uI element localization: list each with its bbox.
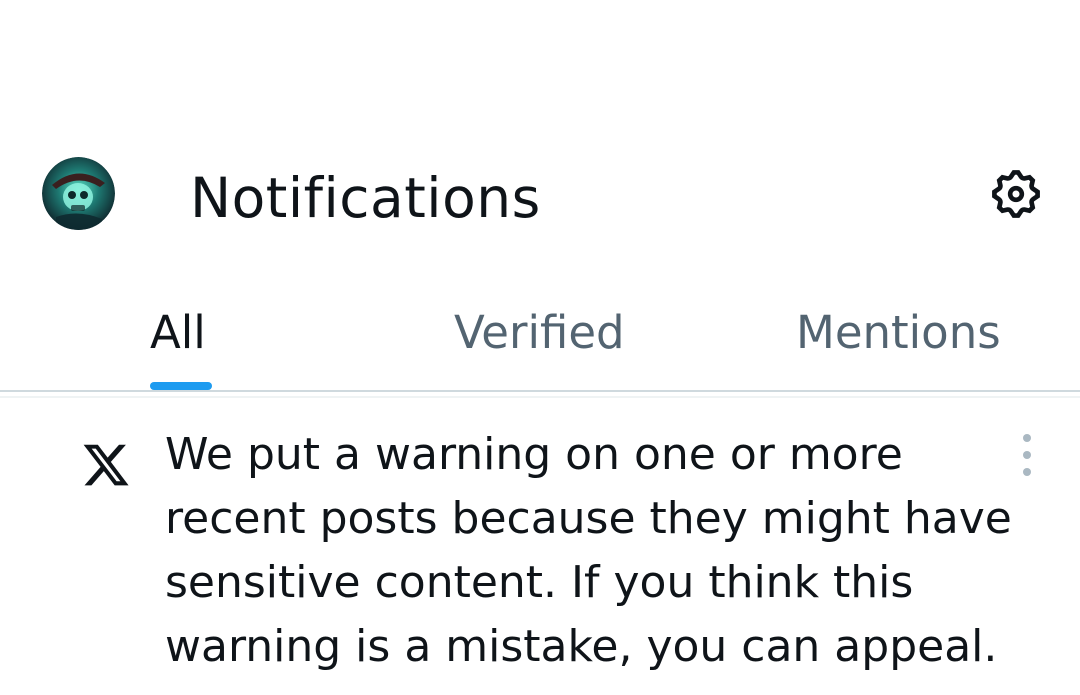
tab-mentions[interactable]: Mentions [796, 290, 1016, 390]
gear-icon [992, 170, 1040, 218]
tab-verified[interactable]: Verified [454, 290, 634, 390]
active-tab-indicator [150, 382, 212, 390]
settings-button[interactable] [987, 165, 1045, 223]
more-dot [1023, 468, 1031, 476]
more-options-button[interactable] [1012, 430, 1042, 480]
x-logo-icon [83, 444, 129, 486]
avatar[interactable] [42, 157, 115, 230]
notification-text: We put a warning on one or more recent p… [165, 429, 1012, 672]
tab-all-label: All [150, 306, 206, 359]
tab-verified-label: Verified [454, 306, 625, 359]
skull-avatar-image [42, 157, 115, 230]
notification-item[interactable]: We put a warning on one or more recent p… [0, 400, 1080, 695]
tab-all[interactable]: All [150, 290, 212, 390]
tabs-divider [0, 390, 1080, 398]
notification-tabs: All Verified Mentions [0, 290, 1080, 390]
more-vertical-icon [1023, 434, 1031, 442]
page-title: Notifications [190, 166, 541, 230]
tab-mentions-label: Mentions [796, 306, 1001, 359]
more-dot [1023, 451, 1031, 459]
